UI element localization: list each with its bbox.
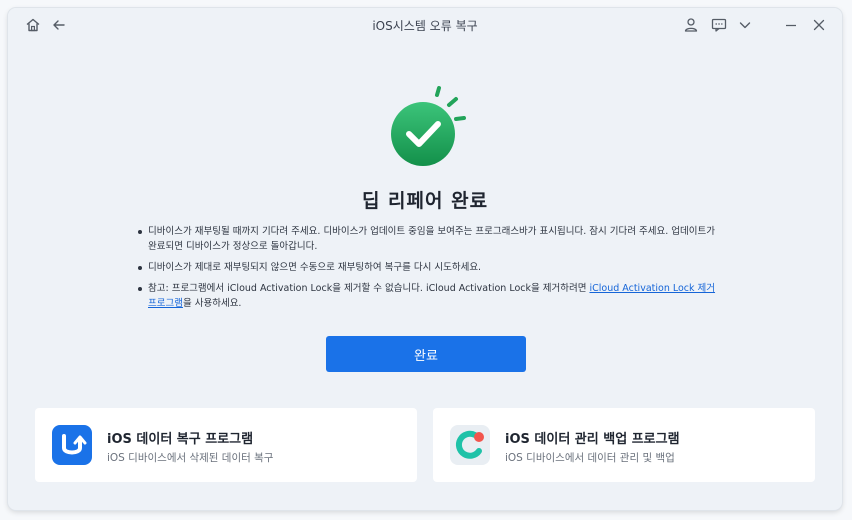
data-backup-card[interactable]: iOS 데이터 관리 백업 프로그램 iOS 디바이스에서 데이터 관리 및 백… xyxy=(433,408,815,482)
card-description: iOS 디바이스에서 삭제된 데이터 복구 xyxy=(107,452,274,464)
instruction-text: 디바이스가 재부팅될 때까지 기다려 주세요. 디바이스가 업데이트 중임을 보… xyxy=(148,226,715,252)
chevron-down-icon[interactable] xyxy=(736,16,754,34)
user-icon[interactable] xyxy=(682,16,700,34)
data-recovery-card[interactable]: iOS 데이터 복구 프로그램 iOS 디바이스에서 삭제된 데이터 복구 xyxy=(35,408,417,482)
message-icon[interactable] xyxy=(710,16,728,34)
bullet-dot xyxy=(138,230,142,234)
note-text: 참고: 프로그램에서 iCloud Activation Lock을 제거할 수… xyxy=(148,283,590,294)
list-item: 디바이스가 재부팅될 때까지 기다려 주세요. 디바이스가 업데이트 중임을 보… xyxy=(136,224,726,254)
main-content: 딥 리페어 완료 디바이스가 재부팅될 때까지 기다려 주세요. 디바이스가 업… xyxy=(8,42,842,510)
close-icon[interactable] xyxy=(810,16,828,34)
data-backup-app-icon xyxy=(450,425,490,465)
minimize-icon[interactable] xyxy=(782,16,800,34)
card-description: iOS 디바이스에서 데이터 관리 및 백업 xyxy=(505,452,675,464)
app-window: iOS시스템 오류 복구 딥 리페어 완료 디바이스가 재부팅될 때까지 기다려… xyxy=(8,8,842,510)
done-button[interactable]: 완료 xyxy=(326,336,526,372)
list-item: 디바이스가 제대로 재부팅되지 않으면 수동으로 재부팅하여 복구를 다시 시도… xyxy=(136,260,726,275)
instruction-list: 디바이스가 재부팅될 때까지 기다려 주세요. 디바이스가 업데이트 중임을 보… xyxy=(136,224,726,317)
note-suffix: 을 사용하세요. xyxy=(182,298,242,309)
title-bar: iOS시스템 오류 복구 xyxy=(8,8,842,42)
data-recovery-app-icon xyxy=(52,425,92,465)
bullet-dot xyxy=(138,266,142,270)
bullet-dot xyxy=(138,287,142,291)
card-title: iOS 데이터 관리 백업 프로그램 xyxy=(505,432,680,447)
list-item: 참고: 프로그램에서 iCloud Activation Lock을 제거할 수… xyxy=(136,281,726,311)
instruction-text: 디바이스가 제대로 재부팅되지 않으면 수동으로 재부팅하여 복구를 다시 시도… xyxy=(148,262,482,273)
check-circle-icon xyxy=(391,86,466,166)
page-title: 딥 리페어 완료 xyxy=(361,190,489,212)
card-title: iOS 데이터 복구 프로그램 xyxy=(107,432,254,447)
